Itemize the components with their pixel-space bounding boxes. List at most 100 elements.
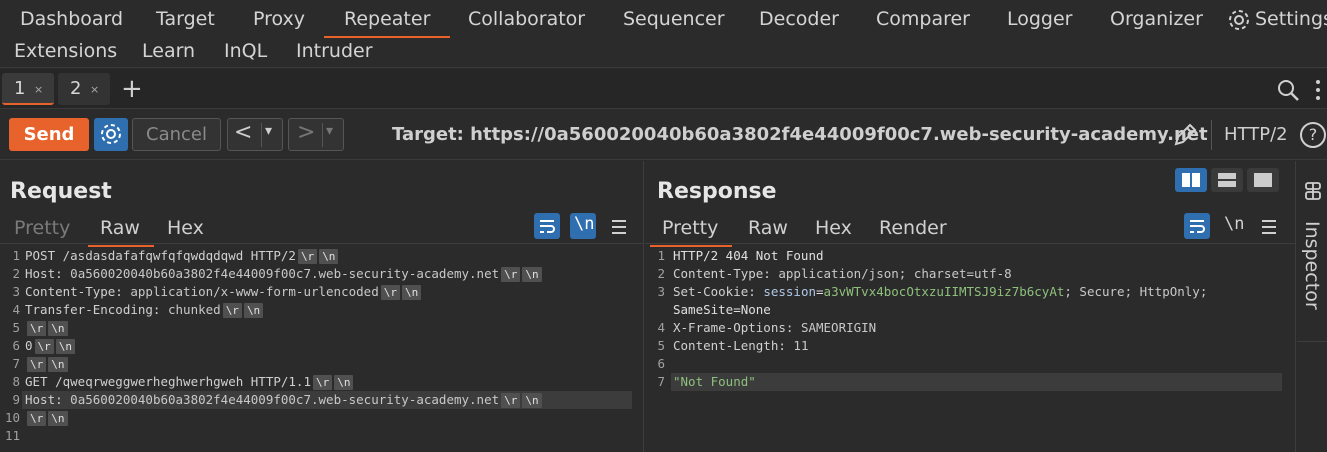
request-tab-raw[interactable]: Raw: [88, 217, 154, 247]
tab-label: 1: [14, 78, 26, 99]
show-newlines-toggle[interactable]: \n: [1220, 213, 1246, 239]
request-tab-pretty[interactable]: Pretty: [14, 217, 70, 239]
add-tab-button[interactable]: +: [121, 74, 143, 104]
line-text: POST /asdasdafafqwfqfqwdqdqwd HTTP/2: [25, 248, 296, 263]
line-number: 5: [12, 320, 20, 335]
show-newlines-toggle[interactable]: \n: [570, 213, 596, 239]
divider: [645, 243, 1296, 244]
top-navigation: Dashboard Target Proxy Repeater Collabor…: [0, 0, 1327, 68]
layout-tabs-button[interactable]: [1247, 168, 1279, 192]
carriage-return-marker: \r: [27, 321, 47, 336]
request-toolbar: Send Cancel < ▾ > ▾ Target: https://0a56…: [0, 110, 1327, 160]
back-dropdown-icon[interactable]: ▾: [265, 123, 272, 139]
line-number: 7: [12, 356, 20, 371]
wrap-lines-toggle[interactable]: [1184, 213, 1210, 239]
settings-gear-icon[interactable]: [1227, 8, 1251, 32]
nav-extensions[interactable]: Extensions: [14, 40, 117, 62]
nav-dashboard[interactable]: Dashboard: [20, 8, 123, 30]
request-title: Request: [10, 179, 112, 204]
cancel-button[interactable]: Cancel: [132, 118, 221, 151]
header-line: Content-Length: 11: [673, 337, 808, 355]
line-number: 10: [4, 410, 20, 425]
response-tab-render[interactable]: Render: [879, 217, 947, 239]
response-tab-raw[interactable]: Raw: [748, 217, 788, 239]
columns-icon: [1182, 173, 1200, 187]
line-value: 0a560020040b60a3802f4e44009f00c7.web-sec…: [62, 266, 500, 281]
line-number: 2: [657, 266, 665, 281]
layout-top-bottom-button[interactable]: [1211, 168, 1243, 192]
menu-icon[interactable]: [610, 219, 628, 235]
header-line: X-Frame-Options: SAMEORIGIN: [673, 319, 876, 337]
nav-proxy[interactable]: Proxy: [253, 8, 305, 30]
line-feed-marker: \n: [243, 303, 264, 318]
search-icon[interactable]: [1276, 78, 1300, 102]
response-tab-hex[interactable]: Hex: [815, 217, 852, 239]
nav-comparer[interactable]: Comparer: [876, 8, 970, 30]
nav-organizer[interactable]: Organizer: [1110, 8, 1203, 30]
line-number: 11: [4, 428, 20, 443]
request-panel: Request Pretty Raw Hex \n 1 POST /asdasda…: [0, 161, 644, 452]
header-line-continued: SameSite=None: [673, 302, 771, 317]
forward-dropdown-icon[interactable]: ▾: [326, 123, 333, 139]
response-tab-pretty[interactable]: Pretty: [649, 217, 733, 247]
repeater-tabs-bar: 1 × 2 ×: [0, 69, 1327, 109]
line-number: 4: [657, 320, 665, 335]
response-viewer[interactable]: 1 2 3 4 5 6 7 HTTP/2 404 Not Found Conte…: [645, 247, 1296, 447]
send-button[interactable]: Send: [9, 118, 89, 151]
nav-target[interactable]: Target: [156, 8, 215, 30]
wrap-lines-toggle[interactable]: [534, 213, 560, 239]
line-value: application/x-www-form-urlencoded: [122, 284, 379, 299]
response-body: "Not Found": [673, 374, 756, 389]
inspector-label[interactable]: Inspector: [1301, 221, 1323, 310]
nav-learn[interactable]: Learn: [142, 40, 195, 62]
request-line: Transfer-Encoding: chunked \r \n: [25, 301, 264, 319]
repeater-tab-2[interactable]: 2 ×: [58, 73, 110, 105]
menu-icon[interactable]: [1260, 219, 1278, 235]
request-editor[interactable]: 1 POST /asdasdafafqwfqfqwdqdqwd HTTP/2 \r \…: [0, 247, 644, 447]
carriage-return-marker: \r: [501, 267, 521, 282]
nav-settings[interactable]: Settings: [1255, 8, 1327, 30]
cookie-equals: =: [816, 284, 824, 299]
line-text: Content-Type:: [25, 284, 123, 299]
target-url: Target: https://0a560020040b60a3802f4e44…: [392, 124, 1208, 145]
edit-target-pencil-icon[interactable]: [1172, 122, 1198, 148]
layout-side-by-side-button[interactable]: [1175, 168, 1207, 192]
inspector-sidebar[interactable]: Inspector: [1297, 161, 1327, 452]
nav-repeater[interactable]: Repeater: [323, 8, 451, 38]
line-number: 3: [12, 284, 20, 299]
more-options-icon[interactable]: [1314, 78, 1322, 102]
rows-icon: [1218, 173, 1236, 187]
nav-decoder[interactable]: Decoder: [759, 8, 839, 30]
tab-close-icon[interactable]: ×: [90, 83, 99, 96]
forward-button[interactable]: > ▾: [288, 118, 344, 151]
line-feed-marker: \n: [401, 285, 422, 300]
send-settings-button[interactable]: [94, 118, 128, 151]
help-icon[interactable]: ?: [1300, 122, 1326, 148]
back-button[interactable]: < ▾: [227, 118, 283, 151]
header-line: Set-Cookie: session=a3vWTvx4bocOtxzuIIMT…: [673, 283, 1207, 301]
request-line: \r \n: [25, 409, 68, 427]
nav-logger[interactable]: Logger: [1007, 8, 1073, 30]
newline-icon: \n: [574, 214, 595, 234]
wrap-lines-icon: [540, 220, 555, 233]
line-number: 4: [12, 302, 20, 317]
carriage-return-marker: \r: [27, 411, 47, 426]
line-number: 6: [657, 356, 665, 371]
request-tab-hex[interactable]: Hex: [167, 217, 204, 239]
nav-inql[interactable]: InQL: [224, 40, 267, 62]
nav-sequencer[interactable]: Sequencer: [623, 8, 725, 30]
forward-arrow-icon: >: [297, 120, 316, 145]
header-key: Set-Cookie:: [673, 284, 756, 299]
tab-close-icon[interactable]: ×: [34, 83, 43, 96]
request-line: Content-Type: application/x-www-form-url…: [25, 283, 422, 301]
inspector-icon: [1305, 182, 1321, 200]
repeater-tab-1[interactable]: 1 ×: [2, 73, 54, 105]
cookie-value: a3vWTvx4bocOtxzuIIMTSJ9iz7b6cyAt: [823, 284, 1065, 299]
request-line: GET /qweqrweggwerheghwerhgweh HTTP/1.1 \r…: [25, 373, 354, 391]
divider: [0, 243, 644, 244]
line-feed-marker: \n: [522, 267, 542, 282]
nav-collaborator[interactable]: Collaborator: [468, 8, 585, 30]
nav-intruder[interactable]: Intruder: [296, 40, 373, 62]
wrap-lines-icon: [1190, 220, 1205, 233]
protocol-label[interactable]: HTTP/2: [1224, 124, 1288, 145]
